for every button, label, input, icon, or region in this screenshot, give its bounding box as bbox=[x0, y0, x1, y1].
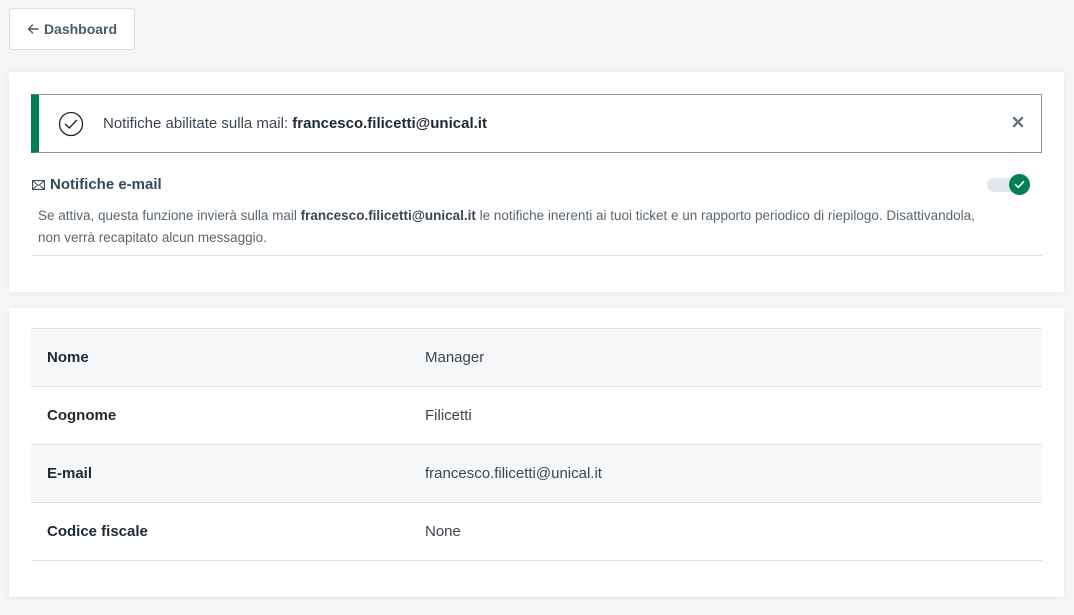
toggle-knob bbox=[1009, 174, 1030, 195]
row-label-email: E-mail bbox=[31, 444, 425, 503]
table-row: Cognome Filicetti bbox=[31, 386, 1042, 445]
row-value-codice-fiscale: None bbox=[425, 502, 1042, 561]
email-notifications-heading: Notifiche e-mail bbox=[32, 176, 162, 193]
description-before: Se attiva, questa funzione invierà sulla… bbox=[38, 208, 301, 223]
row-label-cognome: Cognome bbox=[31, 386, 425, 445]
back-to-dashboard-button[interactable]: Dashboard bbox=[9, 8, 135, 50]
email-notifications-title: Notifiche e-mail bbox=[50, 176, 162, 193]
profile-table: Nome Manager Cognome Filicetti E-mail fr… bbox=[31, 328, 1042, 561]
profile-card: Nome Manager Cognome Filicetti E-mail fr… bbox=[9, 308, 1064, 597]
back-button-label: Dashboard bbox=[43, 21, 118, 37]
table-row: Codice fiscale None bbox=[31, 502, 1042, 561]
row-label-nome: Nome bbox=[31, 328, 425, 387]
description-email: francesco.filicetti@unical.it bbox=[300, 208, 476, 223]
row-value-nome: Manager bbox=[425, 328, 1042, 387]
notification-settings-card: Notifiche abilitate sulla mail: francesc… bbox=[9, 72, 1064, 292]
arrow-left-icon bbox=[27, 23, 39, 35]
check-icon bbox=[1014, 180, 1025, 189]
email-notifications-description: Se attiva, questa funzione invierà sulla… bbox=[38, 205, 998, 249]
row-value-email: francesco.filicetti@unical.it bbox=[425, 444, 1042, 503]
table-row: E-mail francesco.filicetti@unical.it bbox=[31, 444, 1042, 503]
divider bbox=[31, 255, 1042, 256]
email-notifications-toggle[interactable] bbox=[987, 174, 1030, 196]
envelope-icon bbox=[32, 179, 45, 190]
close-icon[interactable] bbox=[1011, 115, 1025, 129]
notification-enabled-alert: Notifiche abilitate sulla mail: francesc… bbox=[31, 94, 1042, 153]
row-label-codice-fiscale: Codice fiscale bbox=[31, 502, 425, 561]
table-row: Nome Manager bbox=[31, 328, 1042, 387]
row-value-cognome: Filicetti bbox=[425, 386, 1042, 445]
check-circle-icon bbox=[58, 111, 84, 137]
alert-message: Notifiche abilitate sulla mail: francesc… bbox=[103, 115, 487, 132]
alert-prefix: Notifiche abilitate sulla mail: bbox=[103, 115, 293, 132]
alert-email: francesco.filicetti@unical.it bbox=[292, 115, 487, 132]
